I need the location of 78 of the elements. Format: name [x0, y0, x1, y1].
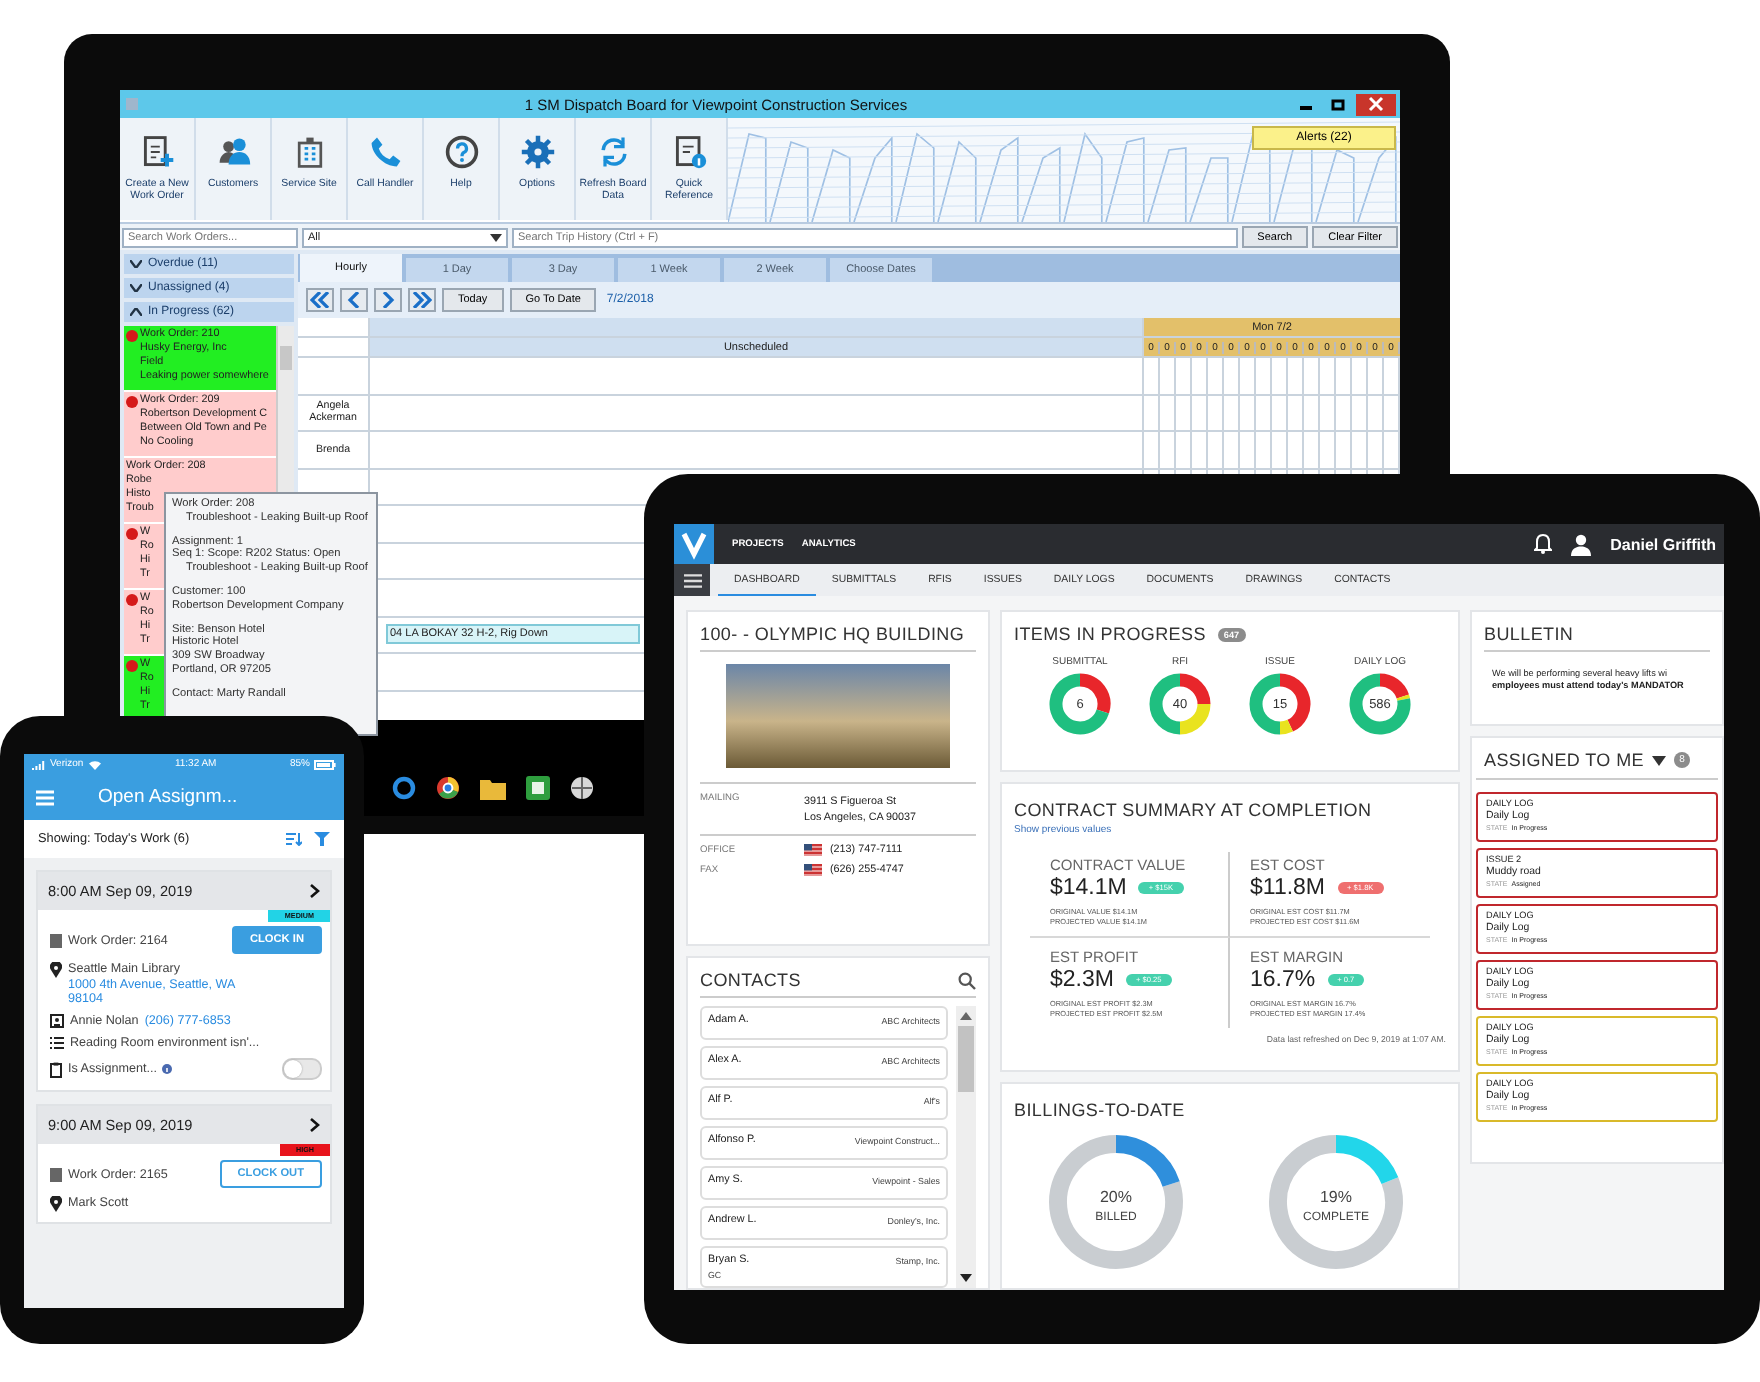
- app-icon: [124, 96, 140, 112]
- menu-button[interactable]: [674, 564, 710, 596]
- contact-card-icon: [50, 1014, 64, 1028]
- user-icon[interactable]: [1570, 533, 1593, 555]
- card-title: BULLETIN: [1484, 624, 1710, 652]
- percent-value: 19%: [1320, 1188, 1352, 1206]
- status-dot: [126, 660, 138, 672]
- card-title: ITEMS IN PROGRESS: [1014, 624, 1206, 644]
- restore-icon: [1330, 96, 1346, 112]
- percent-value: 20%: [1100, 1188, 1132, 1206]
- status-dot: [126, 396, 138, 408]
- chevron-left-icon: [344, 292, 364, 308]
- map-pin-icon: [50, 962, 62, 978]
- logo-icon[interactable]: [674, 524, 714, 564]
- square-app-icon[interactable]: [526, 776, 550, 800]
- menu-icon[interactable]: [36, 789, 54, 805]
- status-dot: [126, 330, 138, 342]
- status-dot: [126, 594, 138, 606]
- chevron-icon: [130, 284, 142, 292]
- card-title: ASSIGNED TO ME: [1484, 750, 1644, 770]
- document-plus-icon: [139, 134, 175, 170]
- scroll-thumb[interactable]: [958, 1026, 974, 1092]
- scroll-down-icon[interactable]: [960, 1274, 972, 1282]
- people-icon: [215, 134, 251, 170]
- close-button[interactable]: [1356, 93, 1396, 115]
- battery-icon: [314, 759, 336, 769]
- metric-value: 16.7%: [1250, 968, 1316, 993]
- toggle-switch[interactable]: [282, 1058, 322, 1080]
- double-chevron-left-icon: [310, 292, 330, 308]
- close-icon: [1368, 96, 1384, 112]
- document-info-icon: [671, 134, 707, 170]
- caret-icon: [490, 233, 502, 241]
- card-title: 100- - OLYMPIC HQ BUILDING: [700, 624, 976, 652]
- notification-bell-icon[interactable]: [1534, 534, 1553, 554]
- metric-value: $11.8M: [1250, 876, 1326, 901]
- sort-icon[interactable]: [286, 832, 302, 846]
- ring-icon[interactable]: [392, 776, 416, 800]
- screen-title: Open Assignm...: [98, 786, 238, 808]
- info-icon[interactable]: [162, 1064, 173, 1074]
- chevron-icon: [310, 1118, 320, 1132]
- help-icon: [443, 134, 479, 170]
- flag-icon: [804, 864, 822, 876]
- signal-icon: [32, 759, 46, 769]
- round-app-icon[interactable]: [436, 776, 460, 800]
- clipboard-icon: [50, 1061, 62, 1077]
- chevron-icon: [130, 308, 142, 316]
- next-button[interactable]: [374, 288, 402, 312]
- card-title: CONTRACT SUMMARY AT COMPLETION: [1014, 800, 1374, 821]
- chevron-right-icon: [378, 292, 398, 308]
- card-title: CONTACTS: [700, 970, 801, 990]
- status-dot: [126, 528, 138, 540]
- metric-value: $14.1M: [1050, 876, 1127, 901]
- menu-icon: [683, 573, 701, 587]
- chevron-icon: [310, 884, 320, 898]
- user-name[interactable]: Daniel Griffith: [1610, 535, 1716, 553]
- last-button[interactable]: [408, 288, 436, 312]
- document-icon: [50, 933, 62, 947]
- map-pin-icon: [50, 1196, 62, 1212]
- double-chevron-right-icon: [412, 292, 432, 308]
- wifi-icon: [87, 759, 102, 769]
- flag-icon: [804, 844, 822, 856]
- scroll-up-icon[interactable]: [960, 1012, 972, 1020]
- phone-icon: [367, 134, 403, 170]
- list-icon: [50, 1036, 64, 1050]
- donut-track: [1049, 1135, 1183, 1269]
- settings-icon: [519, 134, 555, 170]
- folder-icon[interactable]: [480, 778, 506, 800]
- caret-icon[interactable]: [1652, 755, 1666, 765]
- chevron-icon: [130, 260, 142, 268]
- donut-track: [1269, 1135, 1403, 1269]
- document-icon: [50, 1167, 62, 1181]
- scrollbar[interactable]: [956, 1006, 976, 1288]
- previous-button[interactable]: [340, 288, 368, 312]
- search-icon[interactable]: [958, 971, 976, 989]
- metric-value: $2.3M: [1050, 968, 1114, 993]
- first-button[interactable]: [306, 288, 334, 312]
- globe-icon[interactable]: [570, 776, 594, 800]
- card-title: BILLINGS-TO-DATE: [1014, 1100, 1187, 1120]
